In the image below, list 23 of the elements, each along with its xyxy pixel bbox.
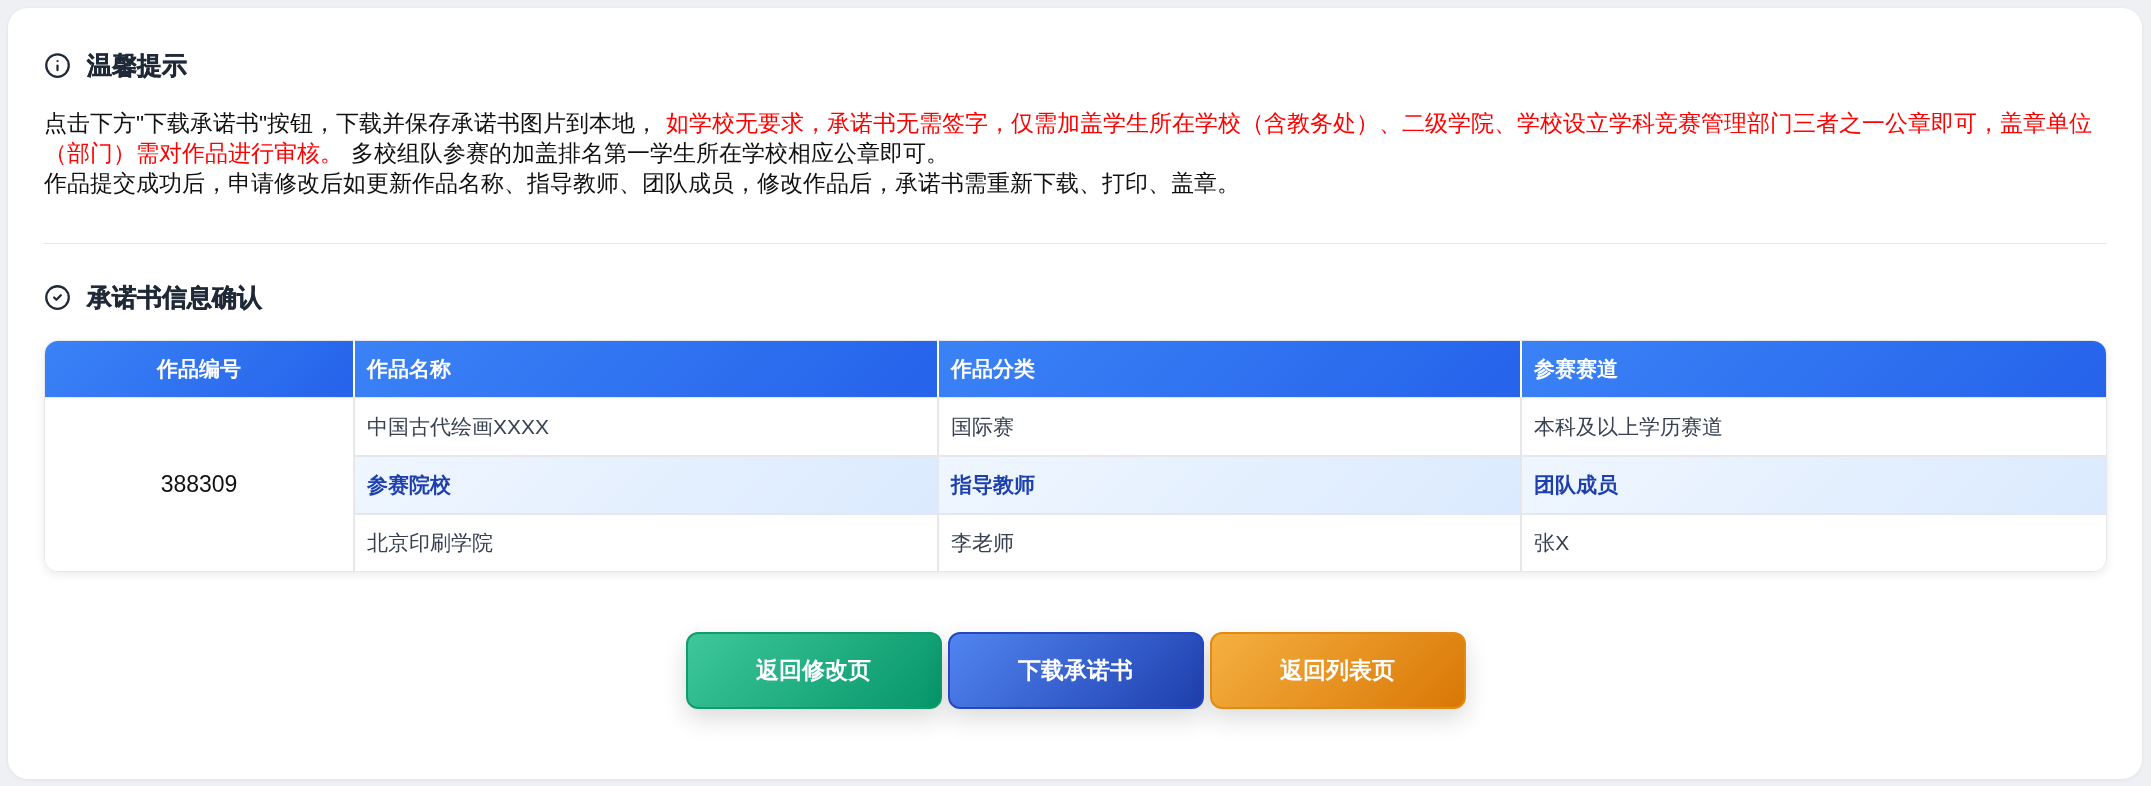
- table-cell: 张X: [1522, 513, 2106, 571]
- column-header: 作品编号: [45, 341, 355, 397]
- table-cell: 中国古代绘画XXXX: [355, 397, 939, 455]
- field-label: 团队成员: [1522, 455, 2106, 513]
- notice-paragraph: 点击下方"下载承诺书"按钮，下载并保存承诺书图片到本地， 如学校无要求，承诺书无需签字，仅需加盖学生所在学校（含教务处）、二级学院、学校设立学科竞赛管理部门三者之一公章即可，盖章单位（部门）需对作品进行审核。 多校组队参赛的加盖排名第一学生所在学校相应公章即可。: [44, 109, 2094, 168]
- table-cell: 本科及以上学历赛道: [1522, 397, 2106, 455]
- table-cell: 国际赛: [938, 397, 1523, 455]
- table-cell: 李老师: [938, 513, 1523, 571]
- notice-paragraph: 作品提交成功后，申请修改后如更新作品名称、指导教师、团队成员，修改作品后，承诺书需重新下载、打印、盖章。: [44, 169, 1241, 198]
- column-header: 作品分类: [938, 341, 1523, 397]
- download-button[interactable]: 下载承诺书: [947, 632, 1204, 709]
- check-circle-icon: [44, 283, 71, 311]
- back-to-edit-button[interactable]: 返回修改页: [685, 632, 942, 709]
- field-label: 指导教师: [938, 455, 1523, 513]
- field-label: 参赛院校: [355, 455, 939, 513]
- column-header: 作品名称: [355, 341, 939, 397]
- column-header: 参赛赛道: [1522, 341, 2106, 397]
- section-title: 温馨提示: [87, 49, 187, 81]
- section-title: 承诺书信息确认: [87, 281, 262, 313]
- table-cell: 388309: [45, 397, 355, 571]
- table-cell: 北京印刷学院: [355, 513, 939, 571]
- info-icon: [44, 51, 71, 79]
- back-to-list-button[interactable]: 返回列表页: [1209, 632, 1466, 709]
